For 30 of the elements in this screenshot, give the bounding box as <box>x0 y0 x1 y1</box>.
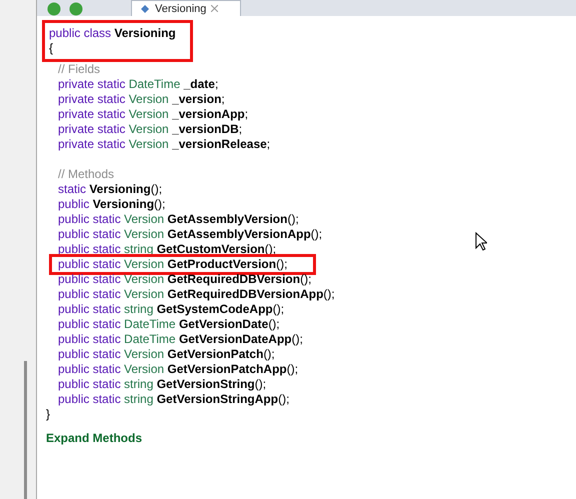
code-line: private static Version _version; <box>57 91 226 108</box>
close-icon[interactable] <box>211 5 218 12</box>
code-line: public static Version GetVersionPatch(); <box>57 346 276 363</box>
code-line: private static DateTime _date; <box>57 76 220 93</box>
code-line: public static Version GetAssemblyVersion(); <box>57 211 300 228</box>
code-line: // Fields <box>57 61 102 78</box>
code-line: private static Version _versionApp; <box>57 106 250 123</box>
class-icon <box>140 4 150 14</box>
mouse-pointer-icon <box>475 232 487 251</box>
back-icon[interactable] <box>47 2 61 16</box>
editor-tab[interactable]: Versioning <box>131 0 241 16</box>
code-line: private static Version _versionRelease; <box>57 136 272 153</box>
code-line: public static Version GetAssemblyVersionApp(); <box>57 226 324 243</box>
code-line: public static Version GetRequiredDBVersionApp(); <box>57 286 336 303</box>
code-line: { <box>49 41 54 56</box>
code-line: public class Versioning <box>49 26 176 41</box>
code-line: private static Version _versionDB; <box>57 121 244 138</box>
code-line: public static Version GetVersionPatchApp(); <box>57 361 300 378</box>
code-line: public static string GetVersionStringApp(); <box>57 391 290 408</box>
scrollbar-thumb[interactable] <box>24 361 27 499</box>
forward-icon[interactable] <box>69 2 83 16</box>
code-line: public static string GetSystemCodeApp(); <box>57 301 286 318</box>
code-line: // Methods <box>57 166 116 183</box>
expand-methods-link[interactable]: Expand Methods <box>46 431 142 446</box>
code-line: public Versioning(); <box>57 196 166 213</box>
code-line: } <box>46 407 50 422</box>
code-line: public static DateTime GetVersionDate(); <box>57 316 281 333</box>
code-line: static Versioning(); <box>57 181 164 198</box>
code-line: public static string GetVersionString(); <box>57 376 268 393</box>
code-line: public static DateTime GetVersionDateApp(); <box>57 331 304 348</box>
